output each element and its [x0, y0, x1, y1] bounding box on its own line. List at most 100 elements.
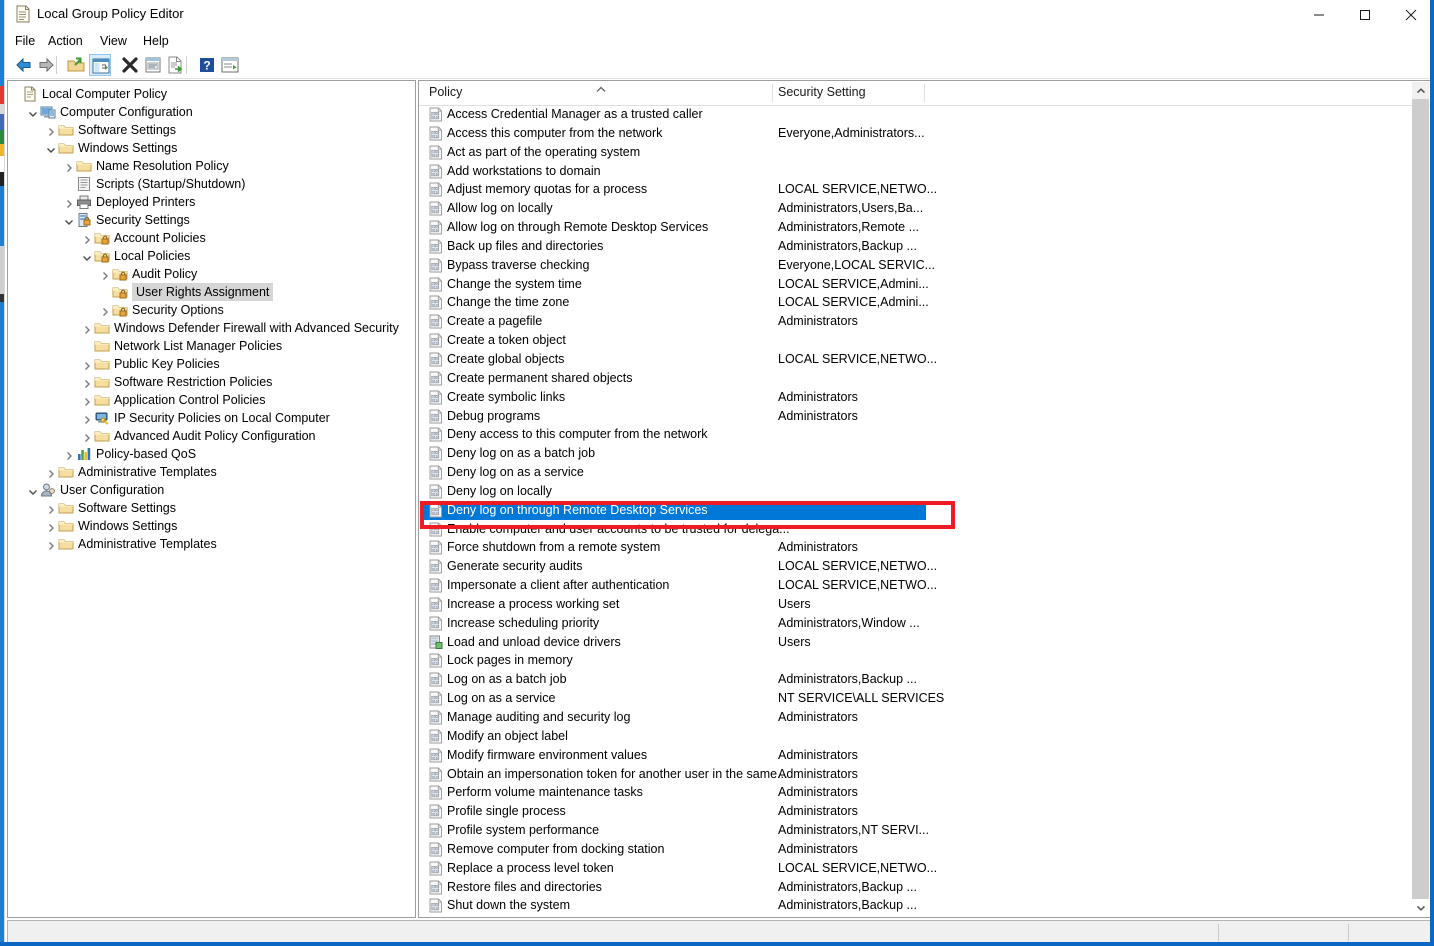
- tree-item-user-rights-assignment[interactable]: User Rights Assignment: [8, 283, 415, 301]
- menu-view[interactable]: View: [93, 32, 134, 50]
- menu-help[interactable]: Help: [136, 32, 176, 50]
- vertical-scrollbar[interactable]: [1412, 82, 1429, 916]
- table-row[interactable]: 10 01 01 10 Shut down the system Administrato…: [419, 896, 1430, 915]
- chevron-right-icon[interactable]: [98, 301, 112, 319]
- table-row[interactable]: 10 01 01 10 Log on as a service NT SERVICE\AL…: [419, 689, 1430, 708]
- scroll-down-button[interactable]: [1412, 899, 1429, 916]
- chevron-right-icon[interactable]: [80, 427, 94, 445]
- table-row[interactable]: 10 01 01 10 Increase scheduling priority Admi…: [419, 614, 1430, 633]
- tree-item-name-resolution-policy[interactable]: Name Resolution Policy: [8, 157, 415, 175]
- table-row[interactable]: 10 01 01 10 Lock pages in memory: [419, 651, 1430, 670]
- table-row[interactable]: 10 01 01 10 Access Credential Manager as a t…: [419, 105, 1430, 124]
- forward-arrow-icon[interactable]: [35, 54, 57, 76]
- table-row[interactable]: 10 01 01 10 Deny log on as a batch job: [419, 444, 1430, 463]
- tree-item-security-options[interactable]: Security Options: [8, 301, 415, 319]
- tree-item-security-settings[interactable]: Security Settings: [8, 211, 415, 229]
- chevron-right-icon[interactable]: [98, 265, 112, 283]
- table-row[interactable]: 10 01 01 10 Log on as a batch job Administrat…: [419, 670, 1430, 689]
- chevron-right-icon[interactable]: [44, 499, 58, 517]
- table-row[interactable]: 10 01 01 10 Restore files and directories Adm…: [419, 878, 1430, 897]
- tree-item-local-policies[interactable]: Local Policies: [8, 247, 415, 265]
- scroll-up-button[interactable]: [1412, 82, 1429, 99]
- menu-file[interactable]: File: [8, 32, 42, 50]
- table-row[interactable]: 10 01 01 10 Change the time zone LOCAL SERVIC…: [419, 293, 1430, 312]
- tree-item-policy-based-qos[interactable]: Policy-based QoS: [8, 445, 415, 463]
- properties-icon[interactable]: [142, 54, 164, 76]
- tree-item-ip-security-policies-on-local-computer[interactable]: IP Security Policies on Local Computer: [8, 409, 415, 427]
- chevron-right-icon[interactable]: [80, 355, 94, 373]
- table-row[interactable]: 10 01 01 10 Allow log on locally Administrato…: [419, 199, 1430, 218]
- table-row[interactable]: 10 01 01 10 Obtain an impersonation token fo…: [419, 765, 1430, 784]
- table-row[interactable]: 10 01 01 10 Create permanent shared objects: [419, 369, 1430, 388]
- tree-item-scripts-startup-shutdown[interactable]: Scripts (Startup/Shutdown): [8, 175, 415, 193]
- tree-item-windows-settings[interactable]: Windows Settings: [8, 517, 415, 535]
- table-row[interactable]: 10 01 01 10 Perform volume maintenance tasks…: [419, 783, 1430, 802]
- table-row[interactable]: 10 01 01 10 Deny access to this computer fro…: [419, 425, 1430, 444]
- column-divider[interactable]: [924, 84, 925, 102]
- tree-item-software-settings[interactable]: Software Settings: [8, 499, 415, 517]
- close-button[interactable]: [1388, 0, 1434, 30]
- chevron-down-icon[interactable]: [62, 211, 76, 229]
- tree-item-administrative-templates[interactable]: Administrative Templates: [8, 463, 415, 481]
- column-header-policy[interactable]: Policy: [429, 81, 462, 104]
- tree-item-audit-policy[interactable]: Audit Policy: [8, 265, 415, 283]
- tree-item-administrative-templates[interactable]: Administrative Templates: [8, 535, 415, 553]
- table-row[interactable]: 10 01 01 10 Back up files and directories Adm…: [419, 237, 1430, 256]
- table-row[interactable]: 10 01 01 10 Create a pagefile Administrators: [419, 312, 1430, 331]
- table-row[interactable]: 10 01 01 10 Increase a process working set Us…: [419, 595, 1430, 614]
- chevron-right-icon[interactable]: [80, 409, 94, 427]
- table-row[interactable]: 10 01 01 10 Access this computer from the ne…: [419, 124, 1430, 143]
- table-row[interactable]: 10 01 01 10 Debug programs Administrators: [419, 407, 1430, 426]
- chevron-right-icon[interactable]: [44, 517, 58, 535]
- tree-item-user-configuration[interactable]: User Configuration: [8, 481, 415, 499]
- chevron-down-icon[interactable]: [80, 247, 94, 265]
- table-row[interactable]: 10 01 01 10 Allow log on through Remote Desk…: [419, 218, 1430, 237]
- tree-item-windows-defender-firewall-with-advanced-security[interactable]: Windows Defender Firewall with Advanced …: [8, 319, 415, 337]
- table-row[interactable]: 10 01 01 10 Create a token object: [419, 331, 1430, 350]
- help-icon[interactable]: ?: [196, 54, 218, 76]
- maximize-button[interactable]: [1342, 0, 1388, 30]
- table-row[interactable]: 10 01 01 10 Deny log on as a service: [419, 463, 1430, 482]
- back-arrow-icon[interactable]: [13, 54, 35, 76]
- column-header-security-setting[interactable]: Security Setting: [778, 81, 866, 104]
- table-row[interactable]: 10 01 01 10 Enable computer and user account…: [419, 520, 1430, 539]
- show-hide-tree-icon[interactable]: [89, 54, 111, 76]
- table-row[interactable]: 10 01 01 10 Modify an object label: [419, 727, 1430, 746]
- table-row[interactable]: 10 01 01 10 Replace a process level token LOC…: [419, 859, 1430, 878]
- table-row[interactable]: 10 01 01 10 Profile single process Administra…: [419, 802, 1430, 821]
- table-row[interactable]: 10 01 01 10 Add workstations to domain: [419, 162, 1430, 181]
- chevron-right-icon[interactable]: [80, 373, 94, 391]
- tree-item-application-control-policies[interactable]: Application Control Policies: [8, 391, 415, 409]
- chevron-right-icon[interactable]: [44, 535, 58, 553]
- up-folder-icon[interactable]: [65, 54, 87, 76]
- tree-item-software-settings[interactable]: Software Settings: [8, 121, 415, 139]
- tree-item-public-key-policies[interactable]: Public Key Policies: [8, 355, 415, 373]
- tree-item-computer-configuration[interactable]: Computer Configuration: [8, 103, 415, 121]
- chevron-down-icon[interactable]: [26, 103, 40, 121]
- chevron-right-icon[interactable]: [80, 391, 94, 409]
- tree-item-windows-settings[interactable]: Windows Settings: [8, 139, 415, 157]
- table-row[interactable]: 10 01 01 10 Create global objects LOCAL SERVI…: [419, 350, 1430, 369]
- tree-item-deployed-printers[interactable]: Deployed Printers: [8, 193, 415, 211]
- chevron-right-icon[interactable]: [62, 445, 76, 463]
- tree-item-software-restriction-policies[interactable]: Software Restriction Policies: [8, 373, 415, 391]
- column-divider[interactable]: [772, 84, 773, 102]
- chevron-right-icon[interactable]: [44, 121, 58, 139]
- chevron-right-icon[interactable]: [80, 229, 94, 247]
- table-row[interactable]: 10 01 01 10 Manage auditing and security log…: [419, 708, 1430, 727]
- table-row[interactable]: 10 01 01 10 Remove computer from docking sta…: [419, 840, 1430, 859]
- table-row[interactable]: 10 01 01 10 Bypass traverse checking Everyone…: [419, 256, 1430, 275]
- table-row[interactable]: 10 01 01 10 Generate security audits LOCAL SE…: [419, 557, 1430, 576]
- scrollbar-track[interactable]: [1412, 99, 1429, 899]
- chevron-right-icon[interactable]: [80, 319, 94, 337]
- table-row[interactable]: 10 01 01 10 Act as part of the operating sys…: [419, 143, 1430, 162]
- tree-item-account-policies[interactable]: Account Policies: [8, 229, 415, 247]
- table-row[interactable]: 10 01 01 10 Modify firmware environment valu…: [419, 746, 1430, 765]
- table-row[interactable]: Load and unload device drivers Users: [419, 633, 1430, 652]
- tree-item-local-computer-policy[interactable]: Local Computer Policy: [8, 85, 415, 103]
- table-row[interactable]: 10 01 01 10 Change the system time LOCAL SERV…: [419, 275, 1430, 294]
- chevron-down-icon[interactable]: [44, 139, 58, 157]
- export-list-icon[interactable]: [164, 54, 186, 76]
- chevron-down-icon[interactable]: [26, 481, 40, 499]
- title-bar[interactable]: Local Group Policy Editor: [5, 0, 1434, 30]
